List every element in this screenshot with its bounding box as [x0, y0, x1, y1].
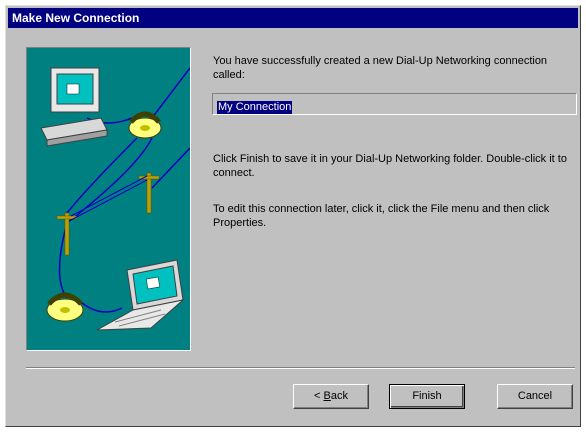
finish-button-label: Finish: [412, 390, 442, 402]
edit-instructions: To edit this connection later, click it,…: [213, 203, 550, 229]
cancel-button-label: Cancel: [517, 390, 553, 402]
back-button-accelerator: B: [323, 390, 331, 402]
wizard-illustration: [26, 47, 191, 351]
back-button-rest: ack: [330, 390, 348, 402]
finish-button[interactable]: Finish: [389, 384, 465, 409]
back-button[interactable]: < Back: [293, 384, 369, 409]
success-message: You have successfully created a new Dial…: [213, 55, 548, 81]
make-new-connection-dialog: Make New Connection You have successfull…: [5, 5, 581, 427]
title-bar: Make New Connection: [8, 8, 578, 28]
dialup-illustration-graphic: [40, 67, 190, 331]
telephone-pole-icon: [56, 172, 160, 256]
computer-icon: [40, 67, 108, 147]
button-separator: [26, 367, 575, 369]
telephone-icon: [46, 292, 84, 322]
telephone-icon: [128, 111, 162, 139]
laptop-icon: [96, 259, 185, 331]
back-button-prefix: <: [314, 390, 324, 402]
connection-name-text[interactable]: My Connection: [217, 101, 293, 114]
window-title: Make New Connection: [12, 11, 140, 25]
finish-instructions: Click Finish to save it in your Dial-Up …: [213, 153, 567, 179]
cancel-button[interactable]: Cancel: [497, 384, 573, 409]
connection-name-field[interactable]: My Connection: [212, 93, 577, 115]
